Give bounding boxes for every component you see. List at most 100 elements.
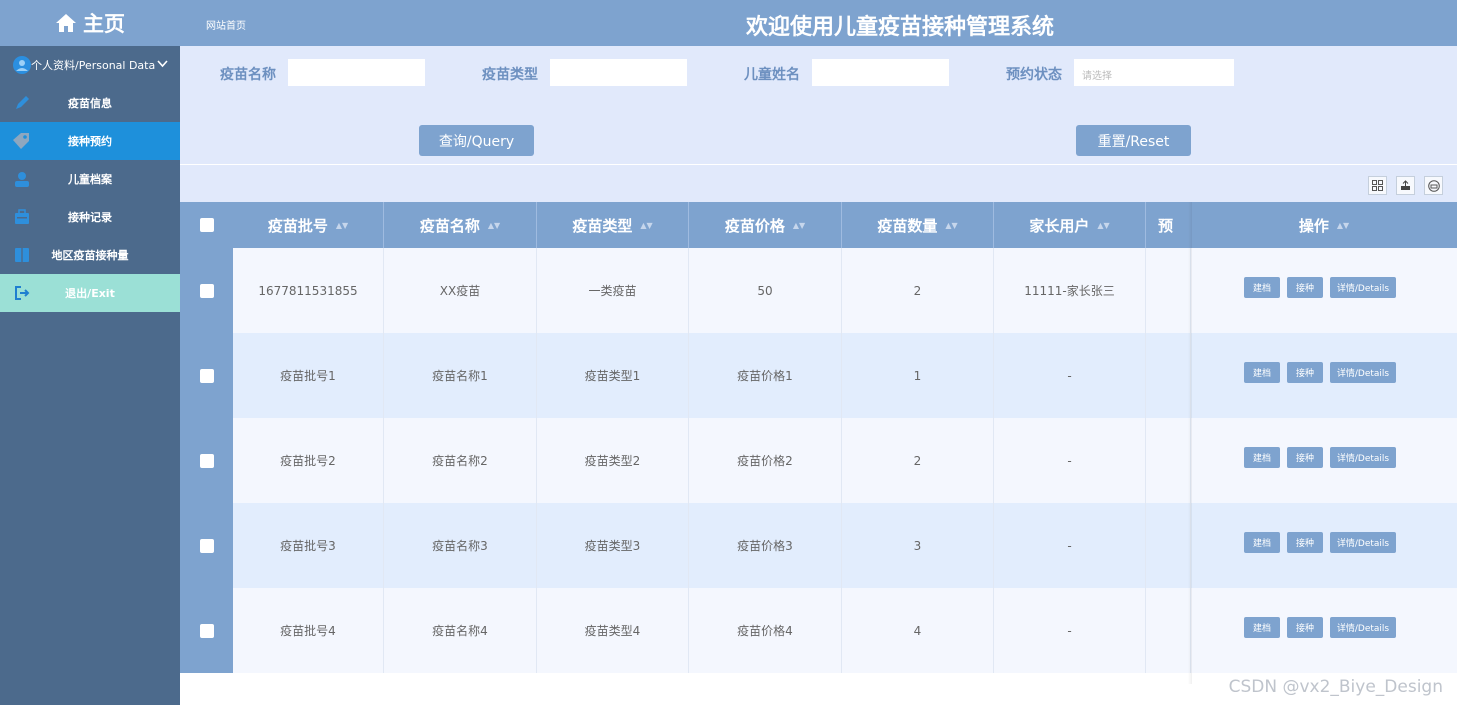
print-icon[interactable] (1424, 176, 1443, 195)
status-label: 预约状态 (1006, 67, 1062, 83)
table-cell: 疫苗批号1 (233, 333, 384, 418)
table-row[interactable]: 1677811531855 XX疫苗 一类疫苗 50 2 11111-家长张三 建档 接种 详情… (180, 248, 1457, 333)
vaccine-name-label: 疫苗名称 (220, 67, 276, 83)
watermark: CSDN @vx2_Biye_Design (1228, 677, 1443, 697)
row-checkbox[interactable] (199, 623, 214, 638)
book-icon (12, 245, 32, 265)
table-row[interactable]: 疫苗批号4 疫苗名称4 疫苗类型4 疫苗价格4 4- 建档 接种 详情/Details (180, 588, 1457, 673)
details-button[interactable]: 详情/Details (1330, 277, 1396, 298)
ops-header: 操作 ▲▼ (1191, 202, 1457, 248)
column-header[interactable]: 疫苗价格 ▲▼ (689, 202, 842, 248)
archive-button[interactable]: 建档 (1244, 532, 1280, 553)
vaccinate-button[interactable]: 接种 (1287, 532, 1323, 553)
table-cell: XX疫苗 (384, 248, 537, 333)
vaccine-name-input[interactable] (287, 58, 426, 87)
sidebar-item-appointment[interactable]: 接种预约 (0, 122, 180, 160)
details-button[interactable]: 详情/Details (1330, 447, 1396, 468)
row-checkbox[interactable] (199, 283, 214, 298)
sort-icon[interactable]: ▲▼ (336, 221, 348, 230)
table-cell: 1 (842, 333, 994, 418)
data-table: 疫苗批号 ▲▼ 疫苗名称 ▲▼ 疫苗类型 ▲▼ 疫苗价格 ▲▼ 疫苗数量 ▲▼ 家长用户 ▲… (180, 202, 1457, 684)
page-title: 欢迎使用儿童疫苗接种管理系统 (746, 15, 1055, 40)
row-select-cell (180, 588, 233, 673)
sidebar-item-regional-volume[interactable]: 地区疫苗接种量 (0, 236, 180, 274)
sort-icon[interactable]: ▲▼ (640, 221, 652, 230)
table-cell: 疫苗类型4 (537, 588, 689, 673)
sidebar-item-exit[interactable]: 退出/Exit (0, 274, 180, 312)
sort-icon[interactable]: ▲▼ (793, 221, 805, 230)
breadcrumb[interactable]: 网站首页 (206, 17, 246, 32)
status-select[interactable]: 请选择 (1073, 58, 1235, 87)
archive-button[interactable]: 建档 (1244, 617, 1280, 638)
profile-menu[interactable]: 个人资料/Personal Data (0, 46, 180, 84)
row-actions: 建档 接种 详情/Details (1191, 248, 1457, 333)
row-actions: 建档 接种 详情/Details (1191, 333, 1457, 418)
child-name-input[interactable] (811, 58, 950, 87)
table-cell: 疫苗名称2 (384, 418, 537, 503)
table-cell: 2 (842, 418, 994, 503)
sidebar-item-vaccine-info[interactable]: 疫苗信息 (0, 84, 180, 122)
sidebar: 主页 个人资料/Personal Data 疫苗信息 接种预约 儿童档案 接种记… (0, 0, 180, 705)
select-all-checkbox[interactable] (199, 218, 214, 232)
column-header[interactable]: 疫苗名称 ▲▼ (384, 202, 537, 248)
row-checkbox[interactable] (199, 453, 214, 468)
reset-button[interactable]: 重置/Reset (1076, 125, 1191, 156)
row-select-cell (180, 503, 233, 588)
person-card-icon (12, 169, 32, 189)
table-cell: 疫苗名称4 (384, 588, 537, 673)
archive-button[interactable]: 建档 (1244, 362, 1280, 383)
column-header[interactable]: 疫苗类型 ▲▼ (537, 202, 689, 248)
sidebar-item-child-records[interactable]: 儿童档案 (0, 160, 180, 198)
sort-icon[interactable]: ▲▼ (945, 221, 957, 230)
vaccinate-button[interactable]: 接种 (1287, 617, 1323, 638)
briefcase-icon (12, 207, 32, 227)
table-row[interactable]: 疫苗批号3 疫苗名称3 疫苗类型3 疫苗价格3 3- 建档 接种 详情/Details (180, 503, 1457, 588)
row-select-cell (180, 418, 233, 503)
column-header[interactable]: 疫苗数量 ▲▼ (842, 202, 994, 248)
table-cell: - (994, 588, 1146, 673)
archive-button[interactable]: 建档 (1244, 447, 1280, 468)
column-header[interactable]: 预 (1146, 202, 1191, 248)
table-toolbar (180, 165, 1457, 202)
vaccinate-button[interactable]: 接种 (1287, 277, 1323, 298)
home-label: 主页 (83, 12, 125, 36)
sort-icon[interactable]: ▲▼ (1097, 221, 1109, 230)
table-cell: 疫苗名称1 (384, 333, 537, 418)
top-header: 网站首页 欢迎使用儿童疫苗接种管理系统 (180, 0, 1457, 46)
child-name-label: 儿童姓名 (744, 67, 800, 83)
table-cell: 疫苗批号3 (233, 503, 384, 588)
table-cell: 1677811531855 (233, 248, 384, 333)
table-row[interactable]: 疫苗批号1 疫苗名称1 疫苗类型1 疫苗价格1 1- 建档 接种 详情/Details (180, 333, 1457, 418)
table-cell: 疫苗名称3 (384, 503, 537, 588)
home-icon (56, 14, 76, 32)
table-cell: 2 (842, 248, 994, 333)
table-cell (1146, 248, 1191, 333)
archive-button[interactable]: 建档 (1244, 277, 1280, 298)
row-checkbox[interactable] (199, 368, 214, 383)
table-cell: 4 (842, 588, 994, 673)
details-button[interactable]: 详情/Details (1330, 617, 1396, 638)
columns-icon[interactable] (1368, 176, 1387, 195)
export-icon[interactable] (1396, 176, 1415, 195)
sort-icon[interactable]: ▲▼ (1337, 221, 1349, 230)
row-select-cell (180, 248, 233, 333)
column-header[interactable]: 家长用户 ▲▼ (994, 202, 1146, 248)
row-checkbox[interactable] (199, 538, 214, 553)
row-actions: 建档 接种 详情/Details (1191, 503, 1457, 588)
details-button[interactable]: 详情/Details (1330, 532, 1396, 553)
query-button[interactable]: 查询/Query (419, 125, 534, 156)
table-cell (1146, 588, 1191, 673)
table-cell: 疫苗类型3 (537, 503, 689, 588)
column-header[interactable]: 疫苗批号 ▲▼ (233, 202, 384, 248)
vaccine-type-input[interactable] (549, 58, 688, 87)
vaccine-type-label: 疫苗类型 (482, 67, 538, 83)
home-link[interactable]: 主页 (0, 0, 180, 46)
vaccinate-button[interactable]: 接种 (1287, 362, 1323, 383)
sort-icon[interactable]: ▲▼ (488, 221, 500, 230)
table-row[interactable]: 疫苗批号2 疫苗名称2 疫苗类型2 疫苗价格2 2- 建档 接种 详情/Details (180, 418, 1457, 503)
sidebar-item-vaccination-records[interactable]: 接种记录 (0, 198, 180, 236)
exit-icon (12, 283, 32, 303)
user-avatar-icon (12, 55, 32, 75)
details-button[interactable]: 详情/Details (1330, 362, 1396, 383)
vaccinate-button[interactable]: 接种 (1287, 447, 1323, 468)
